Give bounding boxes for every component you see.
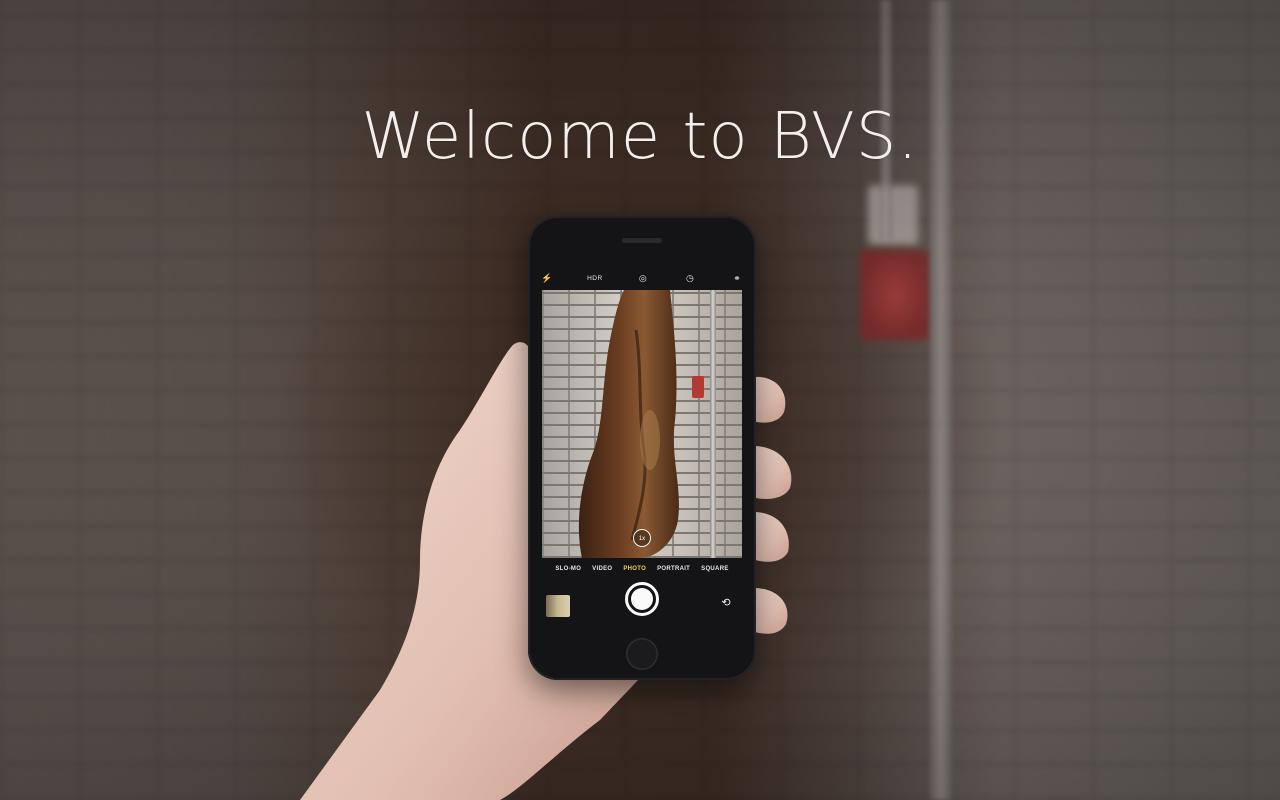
mode-slo-mo[interactable]: SLO-MO (555, 566, 581, 578)
driftwood-log (578, 290, 679, 558)
last-photo-thumbnail[interactable] (546, 595, 570, 617)
camera-controls: ⟲ (528, 582, 756, 632)
mode-portrait[interactable]: PORTRAIT (657, 566, 690, 578)
camera-flip-icon[interactable]: ⟲ (718, 597, 734, 609)
filters-icon[interactable]: ⚭ (730, 273, 744, 284)
zoom-toggle[interactable]: 1x (633, 529, 651, 547)
hdr-toggle[interactable]: HDR (587, 275, 603, 282)
home-button[interactable] (626, 638, 658, 670)
welcome-headline: Welcome to BVS. (361, 100, 919, 174)
shutter-button[interactable] (625, 582, 659, 616)
camera-top-bar: ⚡ HDR ◎ ◷ ⚭ (540, 268, 744, 288)
camera-mode-selector: SLO-MO VIDEO PHOTO PORTRAIT SQUARE (528, 566, 756, 578)
smartphone: ⚡ HDR ◎ ◷ ⚭ 1x SLO-MO VIDEO PHOTO PORTRA… (528, 216, 756, 680)
live-photo-icon[interactable]: ◎ (636, 273, 650, 284)
mode-photo[interactable]: PHOTO (623, 566, 646, 578)
earpiece-speaker (622, 238, 662, 243)
mode-video[interactable]: VIDEO (592, 566, 612, 578)
flash-icon[interactable]: ⚡ (540, 273, 554, 284)
camera-viewfinder[interactable]: 1x (542, 290, 742, 558)
timer-icon[interactable]: ◷ (683, 273, 697, 284)
mode-square[interactable]: SQUARE (701, 566, 728, 578)
